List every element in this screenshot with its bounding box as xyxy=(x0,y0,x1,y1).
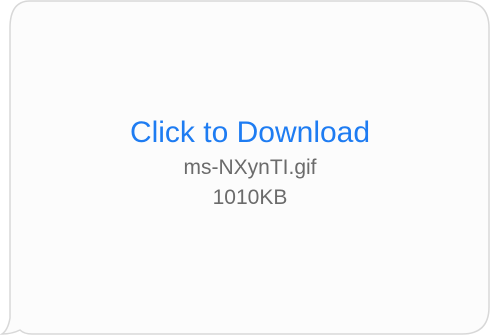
attachment-card: Click to Download ms-NXynTI.gif 1010KB xyxy=(10,0,490,335)
file-size: 1010KB xyxy=(212,185,288,209)
file-name: ms-NXynTI.gif xyxy=(183,155,317,179)
message-bubble: Click to Download ms-NXynTI.gif 1010KB xyxy=(0,0,490,335)
download-link[interactable]: Click to Download xyxy=(130,115,370,151)
